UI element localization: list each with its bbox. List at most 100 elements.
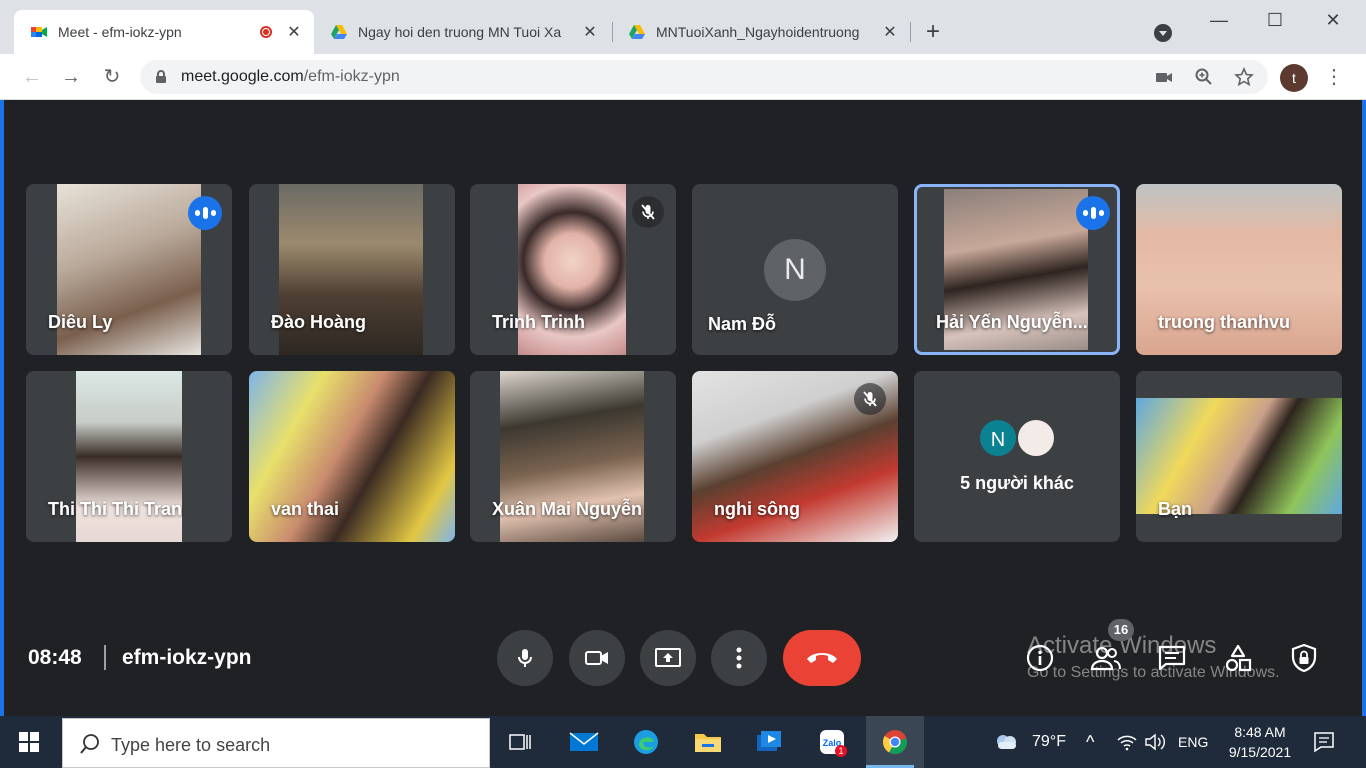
mic-off-icon <box>854 383 886 415</box>
wifi-icon[interactable] <box>1116 716 1138 768</box>
speaking-indicator-icon <box>1076 196 1110 230</box>
speaking-indicator-icon <box>188 196 222 230</box>
maximize-button[interactable]: ☐ <box>1252 6 1298 34</box>
url-text[interactable]: meet.google.com/efm-iokz-ypn <box>181 68 400 86</box>
close-tab-icon[interactable]: ✕ <box>282 22 306 42</box>
tab-drive-1[interactable]: Ngay hoi den truong MN Tuoi Xa ✕ <box>314 10 610 54</box>
clock-date: 9/15/2021 <box>1228 744 1292 760</box>
cloud-weather-icon <box>997 735 1016 749</box>
windows-taskbar: Type here to search Zalo 1 79°F ^ ENG 8:4… <box>0 716 1366 768</box>
activities-button[interactable] <box>1220 640 1256 676</box>
language-indicator[interactable]: ENG <box>1178 716 1208 768</box>
mail-app-button[interactable] <box>560 716 608 768</box>
participant-name: Bạn <box>1158 499 1193 519</box>
video-camera-icon <box>585 651 608 665</box>
google-drive-icon <box>331 25 347 39</box>
tab-drive-2[interactable]: MNTuoiXanh_Ngayhoidentruong ✕ <box>612 10 910 54</box>
divider <box>104 645 106 670</box>
taskbar-search-box[interactable]: Type here to search <box>62 718 490 768</box>
zalo-app-button[interactable]: Zalo 1 <box>808 716 856 768</box>
participant-tile[interactable]: truong thanhvu <box>1136 184 1342 355</box>
tab-title: Meet - efm-iokz-ypn <box>58 24 182 40</box>
host-controls-button[interactable] <box>1286 640 1322 676</box>
microphone-icon <box>518 649 532 667</box>
recording-icon <box>260 26 272 38</box>
participant-name: van thai <box>271 499 340 519</box>
participant-tile[interactable]: Hải Yến Nguyễn... <box>914 184 1120 355</box>
shield-lock-icon <box>1291 643 1317 673</box>
participant-name: Thi Thi Thi Tran <box>48 499 182 519</box>
reload-icon[interactable]: ↻ <box>98 63 126 91</box>
notification-icon[interactable] <box>1312 730 1336 754</box>
camera-icon[interactable] <box>1154 67 1174 87</box>
participant-tile[interactable]: Diêu Ly <box>26 184 232 355</box>
activities-shapes-icon <box>1225 644 1252 672</box>
participant-tile[interactable]: Xuân Mai Nguyễn <box>470 371 676 542</box>
close-tab-icon[interactable]: ✕ <box>578 22 602 42</box>
more-vertical-icon <box>736 647 742 669</box>
more-options-button[interactable] <box>711 630 767 686</box>
taskbar-clock[interactable]: 8:48 AM 9/15/2021 <box>1220 722 1300 762</box>
participant-tile[interactable]: Thi Thi Thi Tran <box>26 371 232 542</box>
participant-name: Xuân Mai Nguyễn <box>492 499 643 519</box>
self-video <box>1136 398 1342 514</box>
mic-off-icon <box>632 196 664 228</box>
meeting-code: efm-iokz-ypn <box>122 646 252 669</box>
browser-menu-icon[interactable]: ⋮ <box>1322 63 1346 91</box>
participant-name: Diêu Ly <box>48 312 113 332</box>
participant-tile[interactable]: N Nam Đỗ <box>692 184 898 355</box>
mail-icon <box>569 732 599 751</box>
bookmark-star-icon[interactable] <box>1234 67 1254 87</box>
chrome-app-button[interactable] <box>866 716 924 768</box>
people-button[interactable] <box>1088 640 1124 676</box>
info-icon <box>1026 644 1054 672</box>
meeting-details-button[interactable] <box>1022 640 1058 676</box>
participant-tile[interactable]: nghi sông <box>692 371 898 542</box>
participant-tile[interactable]: van thai <box>249 371 455 542</box>
weather-widget[interactable]: 79°F <box>992 716 1066 768</box>
edge-browser-button[interactable] <box>622 716 670 768</box>
tab-search-icon[interactable] <box>1154 24 1172 42</box>
participant-avatar: N <box>978 418 1018 458</box>
show-hidden-icons-chevron-up-icon[interactable]: ^ <box>1086 716 1094 768</box>
present-screen-button[interactable] <box>640 630 696 686</box>
forward-arrow-icon[interactable]: → <box>57 63 85 91</box>
participant-tile[interactable]: Trinh Trinh <box>470 184 676 355</box>
leave-call-button[interactable] <box>783 630 861 686</box>
close-window-button[interactable]: ✕ <box>1310 6 1356 34</box>
zalo-badge: 1 <box>838 746 843 756</box>
speaker-volume-icon[interactable] <box>1144 716 1168 768</box>
self-tile[interactable]: Bạn <box>1136 371 1342 542</box>
task-view-icon <box>509 734 531 750</box>
participant-name: Hải Yến Nguyễn... <box>936 312 1088 332</box>
google-drive-icon <box>629 25 645 39</box>
zoom-icon[interactable] <box>1194 67 1214 87</box>
address-bar[interactable]: meet.google.com/efm-iokz-ypn <box>140 60 1268 94</box>
people-icon <box>1090 646 1121 671</box>
other-participants-tile[interactable]: N 5 người khác <box>914 371 1120 542</box>
microphone-button[interactable] <box>497 630 553 686</box>
profile-avatar[interactable]: t <box>1280 64 1308 92</box>
present-screen-icon <box>655 648 681 667</box>
participant-name: Trinh Trinh <box>492 312 585 332</box>
camera-button[interactable] <box>569 630 625 686</box>
tab-meet[interactable]: Meet - efm-iokz-ypn ✕ <box>14 10 314 54</box>
file-explorer-button[interactable] <box>684 716 732 768</box>
url-host: meet.google.com <box>181 68 304 85</box>
chat-button[interactable] <box>1154 640 1190 676</box>
participant-tile[interactable]: Đào Hoàng <box>249 184 455 355</box>
clock-time: 8:48 AM <box>1234 724 1286 740</box>
back-arrow-icon[interactable]: ← <box>18 63 46 91</box>
lock-icon[interactable] <box>156 70 166 83</box>
minimize-button[interactable]: — <box>1196 6 1242 34</box>
task-view-button[interactable] <box>496 716 544 768</box>
close-tab-icon[interactable]: ✕ <box>878 22 902 42</box>
windows-start-icon[interactable] <box>19 732 39 752</box>
hang-up-icon <box>807 653 837 663</box>
people-count-badge: 16 <box>1108 619 1134 641</box>
new-tab-button[interactable]: + <box>926 20 940 44</box>
zalo-icon: Zalo1 <box>820 730 847 757</box>
media-app-button[interactable] <box>746 716 794 768</box>
weather-temperature: 79°F <box>1032 733 1066 750</box>
participant-name: nghi sông <box>714 499 800 519</box>
